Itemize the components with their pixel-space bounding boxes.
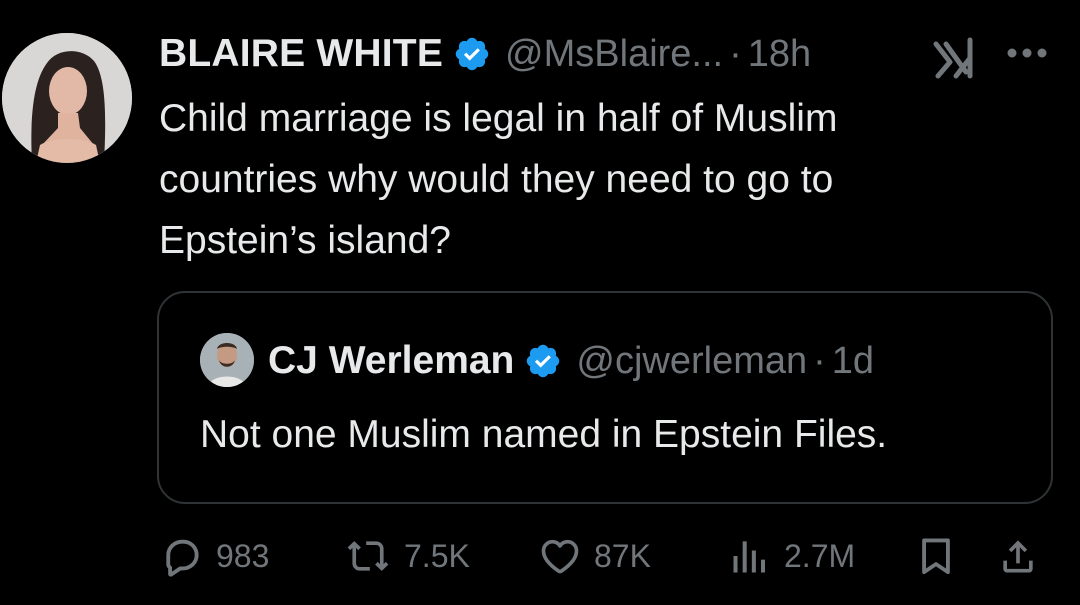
separator-dot: · xyxy=(813,339,826,382)
more-options-icon[interactable] xyxy=(1005,46,1049,60)
quoted-author-handle[interactable]: @cjwerleman xyxy=(576,340,807,383)
reply-icon xyxy=(160,534,204,578)
views-button[interactable]: 2.7M xyxy=(728,530,855,582)
grok-icon[interactable] xyxy=(930,36,982,80)
tweet-text: Child marriage is legal in half of Musli… xyxy=(159,97,838,262)
repost-count: 7.5K xyxy=(404,537,470,574)
reply-button[interactable]: 983 xyxy=(160,530,269,582)
tweet-timestamp[interactable]: 18h xyxy=(748,33,811,76)
quoted-author-display-name[interactable]: CJ Werleman xyxy=(268,339,514,383)
verified-badge-icon xyxy=(524,342,562,380)
avatar-image xyxy=(2,33,132,163)
action-bar: 983 7.5K 87K 2.7M xyxy=(0,530,1080,582)
views-icon xyxy=(728,534,772,578)
verified-badge-icon xyxy=(453,35,491,73)
bookmark-icon xyxy=(914,534,958,578)
bookmark-button[interactable] xyxy=(914,530,958,582)
share-button[interactable] xyxy=(996,530,1040,582)
author-avatar[interactable] xyxy=(2,33,132,163)
tweet: BLAIRE WHITE @MsBlaire... · 18h Child ma… xyxy=(0,0,1080,605)
quoted-author-avatar[interactable] xyxy=(200,333,254,387)
reply-count: 983 xyxy=(216,537,270,574)
separator-dot: · xyxy=(729,32,742,75)
author-handle[interactable]: @MsBlaire... xyxy=(505,33,723,76)
like-button[interactable]: 87K xyxy=(538,530,651,582)
quoted-avatar-image xyxy=(200,333,254,387)
repost-icon xyxy=(344,534,392,578)
tweet-header: BLAIRE WHITE @MsBlaire... · 18h xyxy=(159,30,811,78)
quoted-tweet-timestamp[interactable]: 1d xyxy=(832,340,874,383)
repost-button[interactable]: 7.5K xyxy=(344,530,470,582)
share-icon xyxy=(996,534,1040,578)
heart-icon xyxy=(538,534,582,578)
quoted-tweet-header: CJ Werleman @cjwerleman · 1d xyxy=(268,337,874,385)
quoted-tweet-card[interactable]: CJ Werleman @cjwerleman · 1d Not one Mus… xyxy=(157,291,1053,504)
views-count: 2.7M xyxy=(784,537,856,574)
quoted-tweet-text: Not one Muslim named in Epstein Files. xyxy=(200,413,888,456)
like-count: 87K xyxy=(594,537,651,574)
author-display-name[interactable]: BLAIRE WHITE xyxy=(159,32,443,76)
